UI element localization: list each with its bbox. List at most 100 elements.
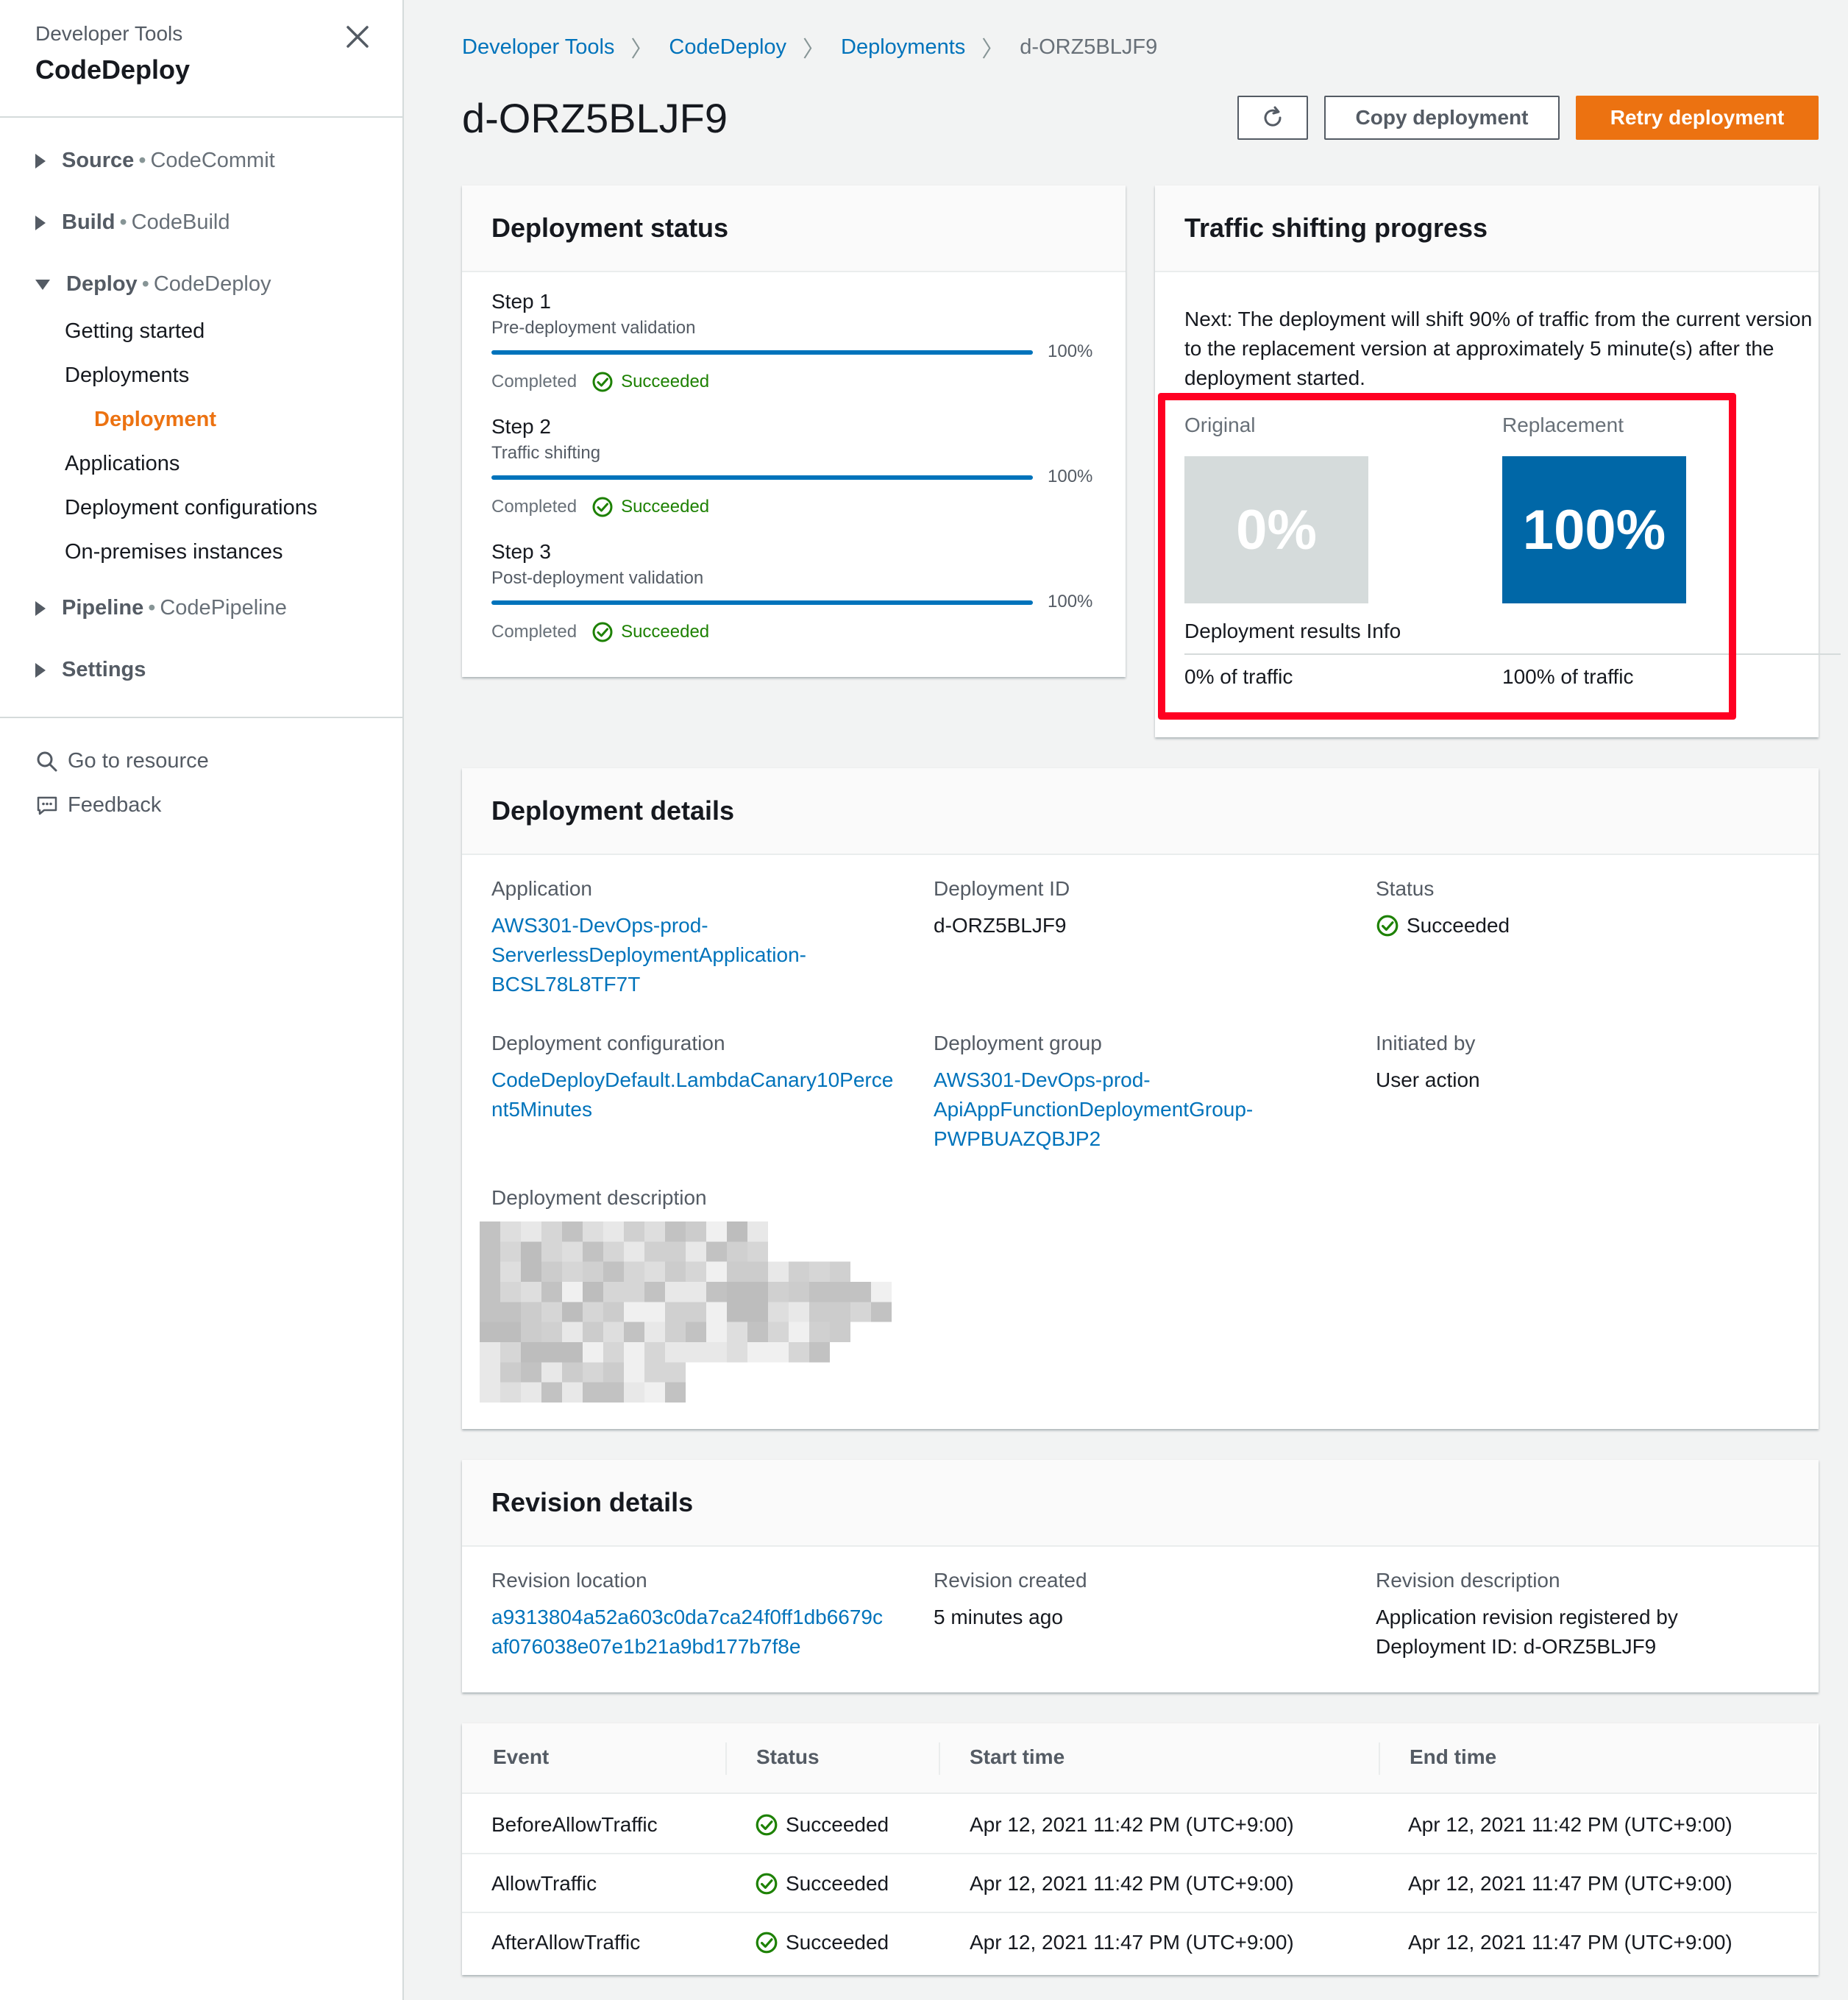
- column-header-end-time[interactable]: End time: [1410, 1745, 1496, 1769]
- redacted-pixel: [583, 1302, 603, 1322]
- redacted-pixel: [500, 1261, 521, 1282]
- deployment-group-link[interactable]: AWS301-DevOps-prod- ApiAppFunctionDeploy…: [934, 1065, 1253, 1154]
- status-text: Succeeded: [621, 497, 710, 517]
- revision-location-link[interactable]: a9313804a52a603c0da7ca24f0ff1db6679c af0…: [491, 1603, 883, 1662]
- group-label: Source: [62, 149, 135, 172]
- column-divider: [1379, 1742, 1380, 1775]
- application-link-line: ServerlessDeploymentApplication-: [491, 943, 806, 966]
- redacted-pixel: [727, 1221, 747, 1242]
- step-status-row: Completed Succeeded: [491, 621, 709, 643]
- redacted-pixel: [541, 1382, 562, 1403]
- retry-deployment-button[interactable]: Retry deployment: [1576, 96, 1819, 140]
- redacted-pixel: [562, 1241, 583, 1262]
- column-divider: [725, 1742, 727, 1775]
- status-badge: Succeeded: [1376, 911, 1510, 940]
- config-link-line: nt5Minutes: [491, 1098, 592, 1121]
- redacted-pixel: [665, 1241, 686, 1262]
- redacted-pixel: [706, 1282, 727, 1302]
- sidebar-item-getting-started[interactable]: Getting started: [65, 319, 205, 344]
- redacted-pixel: [747, 1282, 768, 1302]
- redacted-pixel: [603, 1382, 624, 1403]
- group-label: Build: [62, 210, 115, 234]
- revision-description-label: Revision description: [1376, 1569, 1560, 1592]
- redacted-pixel: [768, 1261, 789, 1282]
- table-row: AllowTraffic Succeeded Apr 12, 2021 11:4…: [462, 1854, 1817, 1913]
- breadcrumb-deployments[interactable]: Deployments: [841, 35, 965, 60]
- redacted-pixel: [583, 1322, 603, 1342]
- redacted-pixel: [480, 1221, 500, 1242]
- application-label: Application: [491, 877, 592, 900]
- redacted-pixel: [624, 1342, 644, 1363]
- redacted-pixel: [521, 1342, 541, 1363]
- redacted-pixel: [603, 1241, 624, 1262]
- status-text: Succeeded: [1407, 914, 1510, 937]
- sidebar-group-deploy[interactable]: Deploy • CodeDeploy: [35, 272, 271, 297]
- redacted-pixel: [541, 1322, 562, 1342]
- sidebar-group-source[interactable]: Source • CodeCommit: [35, 149, 275, 173]
- redacted-pixel: [583, 1362, 603, 1383]
- group-link-line: AWS301-DevOps-prod-: [934, 1068, 1151, 1091]
- sidebar-item-on-premises-instances[interactable]: On-premises instances: [65, 540, 283, 564]
- deployment-description-label: Deployment description: [491, 1186, 707, 1209]
- redacted-pixel: [768, 1282, 789, 1302]
- redacted-pixel: [603, 1221, 624, 1242]
- deployment-configuration-link[interactable]: CodeDeployDefault.LambdaCanary10Perce nt…: [491, 1065, 893, 1124]
- redacted-pixel: [480, 1362, 500, 1383]
- sidebar-group-pipeline[interactable]: Pipeline • CodePipeline: [35, 596, 287, 620]
- group-label: Settings: [62, 658, 146, 681]
- check-circle-icon: [756, 1814, 778, 1836]
- step-subtitle: Post-deployment validation: [491, 568, 704, 588]
- close-icon[interactable]: [344, 24, 371, 50]
- breadcrumb-codedeploy[interactable]: CodeDeploy: [669, 35, 786, 60]
- redacted-pixel: [624, 1362, 644, 1383]
- sidebar-item-deployment[interactable]: Deployment: [94, 408, 216, 432]
- redacted-pixel: [686, 1241, 706, 1262]
- sidebar-item-deployment-configurations[interactable]: Deployment configurations: [65, 496, 317, 520]
- redacted-pixel: [500, 1342, 521, 1363]
- redacted-pixel: [562, 1302, 583, 1322]
- start-time: Apr 12, 2021 11:42 PM (UTC+9:00): [970, 1872, 1294, 1895]
- step-completed-label: Completed: [491, 372, 578, 391]
- column-header-status[interactable]: Status: [756, 1745, 820, 1769]
- application-link-line: AWS301-DevOps-prod-: [491, 914, 708, 937]
- refresh-button[interactable]: [1237, 96, 1308, 140]
- status-badge: Succeeded: [591, 496, 709, 518]
- sidebar-item-applications[interactable]: Applications: [65, 452, 180, 476]
- application-link[interactable]: AWS301-DevOps-prod- ServerlessDeployment…: [491, 911, 806, 999]
- redacted-pixel: [747, 1302, 768, 1322]
- redacted-pixel: [727, 1302, 747, 1322]
- redacted-pixel: [706, 1221, 727, 1242]
- status-text: Succeeded: [786, 1931, 889, 1954]
- redacted-pixel: [706, 1241, 727, 1262]
- group-label: Pipeline: [62, 596, 144, 620]
- redacted-pixel: [809, 1342, 830, 1363]
- column-header-start-time[interactable]: Start time: [970, 1745, 1065, 1769]
- go-to-resource-link[interactable]: Go to resource: [35, 749, 209, 773]
- group-label: Deploy: [66, 272, 138, 296]
- sidebar-subtitle: Developer Tools: [35, 22, 183, 45]
- sidebar-group-build[interactable]: Build • CodeBuild: [35, 210, 230, 235]
- revision-details-panel: Revision details Revision location a9313…: [462, 1460, 1819, 1692]
- initiated-by-label: Initiated by: [1376, 1032, 1476, 1054]
- column-header-event[interactable]: Event: [493, 1745, 549, 1769]
- breadcrumb-developer-tools[interactable]: Developer Tools: [462, 35, 614, 60]
- redacted-pixel: [768, 1302, 789, 1322]
- revision-created-value: 5 minutes ago: [934, 1606, 1063, 1628]
- redacted-pixel: [644, 1342, 665, 1363]
- caret-right-icon: [35, 153, 46, 169]
- redacted-pixel: [727, 1241, 747, 1262]
- redacted-pixel: [603, 1282, 624, 1302]
- redacted-pixel: [644, 1382, 665, 1403]
- check-circle-icon: [756, 1873, 778, 1895]
- copy-deployment-button[interactable]: Copy deployment: [1324, 96, 1560, 140]
- sidebar-group-settings[interactable]: Settings: [35, 658, 146, 682]
- redacted-pixel: [830, 1282, 850, 1302]
- redacted-pixel: [686, 1342, 706, 1363]
- redacted-pixel: [480, 1382, 500, 1403]
- page-title: d-ORZ5BLJF9: [462, 95, 728, 141]
- redacted-pixel: [521, 1282, 541, 1302]
- redacted-pixel: [603, 1362, 624, 1383]
- sidebar-item-deployments[interactable]: Deployments: [65, 364, 189, 388]
- feedback-link[interactable]: Feedback: [35, 793, 161, 818]
- config-link-line: CodeDeployDefault.LambdaCanary10Perce: [491, 1068, 894, 1091]
